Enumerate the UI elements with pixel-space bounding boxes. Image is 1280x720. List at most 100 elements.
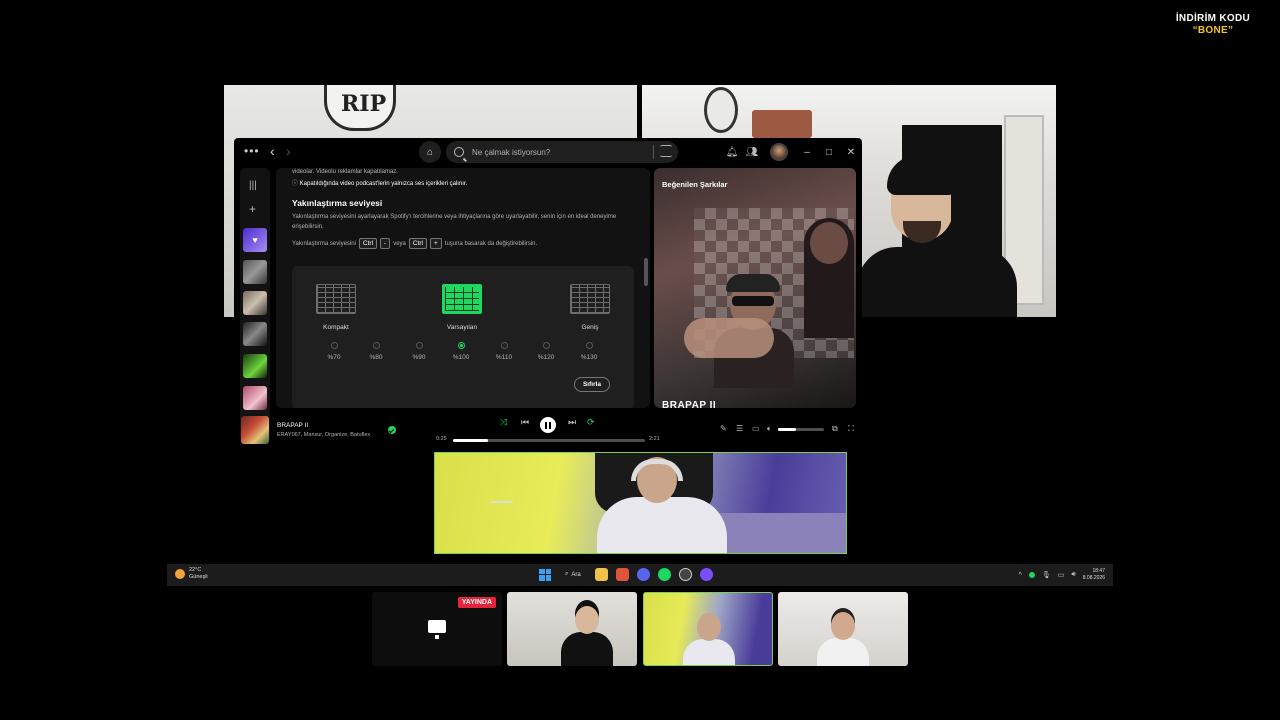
search-divider <box>653 145 654 159</box>
clock-time: 18:47 <box>1092 568 1105 574</box>
video-hand <box>684 318 774 358</box>
fullscreen-icon[interactable]: ⛶ <box>848 424 854 434</box>
repeat-icon[interactable]: ⟳ <box>587 417 595 428</box>
playlist-thumb[interactable] <box>243 354 267 378</box>
close-icon[interactable]: ✕ <box>840 147 862 158</box>
zoom-radio-70[interactable] <box>331 342 338 349</box>
wide-grid-icon[interactable] <box>570 284 610 314</box>
previous-icon[interactable]: ⏮︎ <box>521 417 529 428</box>
weather-widget[interactable]: 22°C Güneşli <box>175 567 208 581</box>
back-arrow-icon[interactable]: ‹ <box>270 143 275 159</box>
taskbar-search[interactable]: ⌕ Ara <box>559 569 587 580</box>
search-icon <box>454 147 464 157</box>
spotify-topbar: ••• ‹ › ⌂ 🔔︎ 👥︎ – □ ✕ <box>234 138 862 166</box>
file-explorer-icon[interactable] <box>594 568 608 581</box>
settings-text: videolar. Videolu reklamlar kapatılamaz. <box>292 169 398 175</box>
queue-icon[interactable]: ☰ <box>736 424 743 433</box>
home-button[interactable]: ⌂ <box>419 141 441 163</box>
windows-start-icon[interactable] <box>539 568 551 581</box>
clock-date: 8.08.2026 <box>1082 575 1105 581</box>
info-icon: ⓘ <box>292 181 300 187</box>
taskbar-clock[interactable]: 18:47 8.08.2026 <box>1083 568 1105 582</box>
settings-panel: videolar. Videolu reklamlar kapatılamaz.… <box>276 168 650 408</box>
zoom-radio-80[interactable] <box>373 342 380 349</box>
network-icon[interactable]: ▭ <box>1058 571 1065 579</box>
playlist-thumb[interactable] <box>243 291 267 315</box>
spotify-window: ••• ‹ › ⌂ 🔔︎ 👥︎ – □ ✕ ||| + ♥ <box>234 138 862 452</box>
playlist-thumb[interactable] <box>243 386 267 410</box>
settings-text-2: ⓘ Kapatıldığında video podcast'lerin yal… <box>292 181 468 187</box>
hint-or: veya <box>393 240 406 247</box>
participant-tile-1[interactable] <box>507 592 637 666</box>
library-icon[interactable]: ||| <box>249 180 257 191</box>
playlist-thumb[interactable] <box>243 260 267 284</box>
scrollbar[interactable] <box>644 258 648 286</box>
liked-songs-thumb[interactable]: ♥ <box>243 228 267 252</box>
device-icon[interactable]: ▭ <box>752 424 760 433</box>
zoom-label: %90 <box>412 354 426 361</box>
forward-arrow-icon[interactable]: › <box>286 143 291 159</box>
search-icon: ⌕ <box>565 571 569 577</box>
microphone-icon[interactable]: 🎙︎ <box>1042 571 1051 579</box>
zoom-label: %120 <box>537 354 555 361</box>
brave-browser-icon[interactable] <box>615 568 629 581</box>
minimize-icon[interactable]: – <box>796 147 818 158</box>
menu-dots-icon[interactable]: ••• <box>244 144 260 158</box>
participant-tile-3[interactable] <box>778 592 908 666</box>
participant-tile-2[interactable] <box>643 592 773 666</box>
saved-check-icon[interactable] <box>388 426 396 434</box>
spotify-icon[interactable] <box>657 568 671 581</box>
track-title[interactable]: BRAPAP II <box>277 422 308 429</box>
status-dot-icon[interactable] <box>1028 572 1035 578</box>
shortcut-hint: Yakınlaştırma seviyesini Ctrl - veya Ctr… <box>292 238 537 249</box>
miniplayer-icon[interactable]: ⧉ <box>832 424 838 434</box>
shuffle-icon[interactable]: ⤨ <box>500 417 507 428</box>
mode-wide[interactable]: Geniş <box>560 324 620 331</box>
search-input[interactable] <box>472 147 652 157</box>
next-icon[interactable]: ⏭︎ <box>568 417 576 428</box>
player-bar: BRAPAP II ERAY067, Mansur, Organize, Bat… <box>234 412 862 452</box>
wall-clock-image <box>704 87 738 133</box>
kbd-minus: - <box>380 238 391 249</box>
pen-icon[interactable]: ✎ <box>720 424 727 433</box>
obs-icon[interactable] <box>699 568 713 581</box>
mode-compact[interactable]: Kompakt <box>306 324 366 331</box>
progress-bar[interactable] <box>453 439 645 442</box>
track-artists[interactable]: ERAY067, Mansur, Organize, Batuflex <box>277 432 370 438</box>
maximize-icon[interactable]: □ <box>818 147 840 158</box>
zoom-radio-100[interactable] <box>458 342 465 349</box>
participant-2-person <box>683 613 735 665</box>
screen-share-tile[interactable]: YAYINDA <box>372 592 502 666</box>
app-icon[interactable] <box>678 568 692 581</box>
friends-activity-icon[interactable]: 👥︎ <box>742 147 762 158</box>
live-badge: YAYINDA <box>457 597 496 608</box>
participant-3-person <box>817 612 869 666</box>
mode-default[interactable]: Varsayılan <box>432 324 492 331</box>
search-bar[interactable] <box>446 141 678 163</box>
duration-time: 2:21 <box>649 436 660 442</box>
add-icon[interactable]: + <box>249 202 256 216</box>
album-cover[interactable] <box>241 416 269 444</box>
taskbar-search-label: Ara <box>571 571 581 578</box>
now-playing-title[interactable]: Beğenilen Şarkılar <box>662 180 727 189</box>
compact-grid-icon[interactable] <box>316 284 356 314</box>
reset-button[interactable]: Sıfırla <box>574 377 610 392</box>
avatar[interactable] <box>770 143 788 161</box>
pause-button[interactable] <box>540 417 556 433</box>
volume-icon[interactable]: 🔈︎ <box>767 424 772 434</box>
heart-icon: ♥ <box>252 235 258 245</box>
default-grid-icon[interactable] <box>442 284 482 314</box>
kbd-plus: + <box>430 238 442 249</box>
bell-icon[interactable]: 🔔︎ <box>722 147 742 158</box>
volume-slider[interactable] <box>778 428 824 431</box>
zoom-radio-120[interactable] <box>543 342 550 349</box>
speaker-icon[interactable]: 🔊︎ <box>1071 571 1075 579</box>
zoom-label: %100 <box>452 354 470 361</box>
playlist-thumb[interactable] <box>243 322 267 346</box>
zoom-radio-110[interactable] <box>501 342 508 349</box>
zoom-radio-90[interactable] <box>416 342 423 349</box>
browse-icon[interactable] <box>660 145 672 157</box>
zoom-radio-130[interactable] <box>586 342 593 349</box>
chevron-up-icon[interactable]: ^ <box>1019 572 1022 579</box>
discord-icon[interactable] <box>636 568 650 581</box>
